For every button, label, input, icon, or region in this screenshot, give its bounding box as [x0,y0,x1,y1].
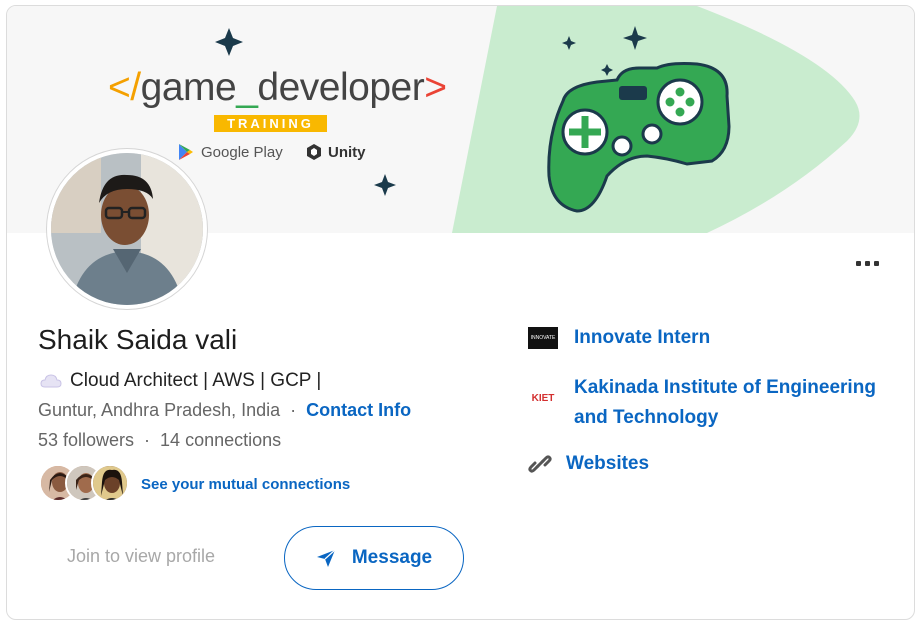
school-logo: KIET [528,387,558,409]
logo-word-developer: developer [257,66,425,109]
google-play-label: Google Play [201,143,283,161]
mutual-avatar [91,464,129,502]
school-logo-text: KIET [531,392,555,404]
message-button[interactable]: Message [284,526,464,590]
school-name-line2: and Technology [574,407,719,428]
game-developer-logo: </game_developer> [108,66,447,110]
google-play-icon [179,144,193,160]
join-to-view-profile[interactable]: Join to view profile [67,546,215,567]
more-dot [855,260,861,266]
contact-info-link[interactable]: Contact Info [306,400,411,421]
profile-avatar[interactable] [47,149,207,309]
logo-prefix: </ [108,66,141,109]
school-link[interactable]: Kakinada Institute of Engineering and Te… [574,373,876,433]
logo-suffix: > [424,66,447,109]
training-badge: TRAINING [214,115,327,132]
education[interactable]: KIET Kakinada Institute of Engineering a… [528,373,876,433]
more-dot [873,260,879,266]
mutual-connections-link[interactable]: See your mutual connections [141,476,350,493]
cloud-icon [40,374,62,388]
separator-dot: · [144,430,151,450]
google-play-badge: Google Play [177,143,283,161]
more-dot [864,260,870,266]
mutual-connections[interactable]: See your mutual connections [39,464,350,504]
logo-word-game: game [140,66,237,109]
mutual-avatars [39,464,129,504]
logo-underscore: _ [236,66,258,109]
websites-link[interactable]: Websites [566,449,649,479]
school-name-line1: Kakinada Institute of Engineering [574,377,876,398]
more-options-button[interactable] [850,256,884,270]
connections-count: 14 connections [160,430,282,450]
message-button-label: Message [351,547,433,568]
location-text: Guntur, Andhra Pradesh, India [38,400,281,420]
unity-icon [307,144,321,160]
company-logo: INNOVATE [528,327,558,349]
followers-count: 53 followers [38,430,135,450]
company-link[interactable]: Innovate Intern [574,323,710,353]
current-company[interactable]: INNOVATE Innovate Intern [528,323,710,353]
profile-name: Shaik Saida vali [38,324,238,355]
unity-label: Unity [328,143,366,161]
profile-headline: Cloud Architect | AWS | GCP | [40,370,321,392]
unity-badge: Unity [305,143,366,161]
link-icon [528,455,552,473]
headline-text: Cloud Architect | AWS | GCP | [70,370,322,391]
location-row: Guntur, Andhra Pradesh, India · Contact … [38,400,411,421]
separator-dot: · [290,400,297,420]
profile-card: </game_developer> TRAINING Google Play U… [6,5,915,620]
connection-stats: 53 followers · 14 connections [38,430,281,451]
profile-photo [51,153,203,305]
send-icon [316,549,336,567]
websites[interactable]: Websites [528,449,649,479]
